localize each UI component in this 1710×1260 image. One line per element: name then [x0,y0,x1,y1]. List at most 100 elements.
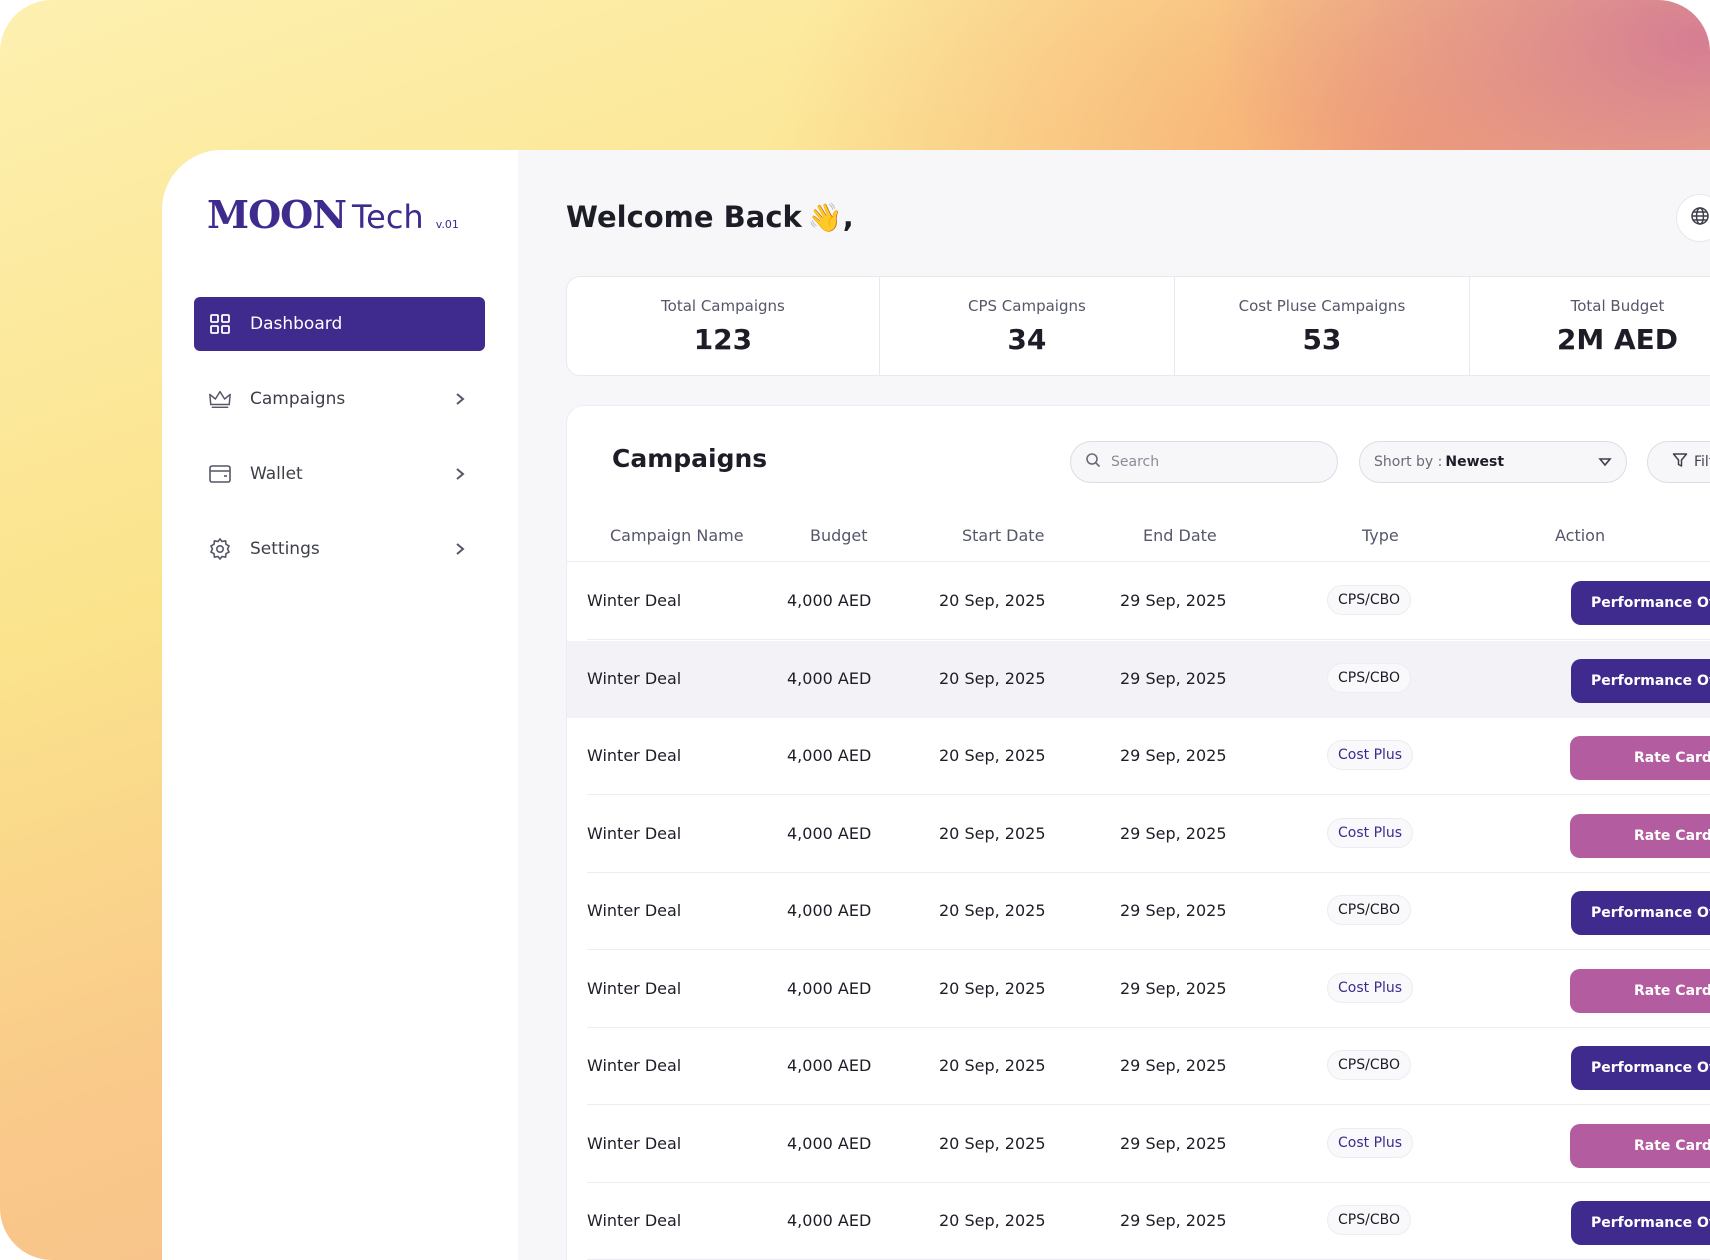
chevron-right-icon [455,541,471,557]
stat-total-campaigns: Total Campaigns 123 [567,277,880,375]
sidebar-item-dashboard[interactable]: Dashboard [194,297,485,351]
sidebar-item-label: Settings [250,539,320,559]
app-window: MOON Tech v.01 Dashboard Campaigns Walle… [162,150,1710,1260]
cell-end-date: 29 Sep, 2025 [1120,746,1227,765]
performance-overview-button[interactable]: Performance Overview [1571,1201,1710,1245]
stat-label: Total Budget [1570,296,1665,315]
type-badge: Cost Plus [1327,972,1414,1003]
cell-start-date: 20 Sep, 2025 [939,901,1046,920]
stat-cost-plus-campaigns: Cost Pluse Campaigns 53 [1175,277,1470,375]
cell-campaign-name: Winter Deal [587,978,682,998]
filter-button[interactable]: Filter [1647,441,1710,483]
cell-campaign-name: Winter Deal [587,1211,682,1230]
brand-logo[interactable]: MOON Tech v.01 [207,192,459,237]
search-box[interactable] [1070,441,1338,483]
sidebar-item-campaigns[interactable]: Campaigns [194,372,485,426]
filter-label: Filter [1694,454,1710,470]
sort-dropdown[interactable]: Short by : Newest [1359,441,1627,483]
table-row[interactable]: Winter Deal 4,000 AED 20 Sep, 2025 29 Sep, … [567,1028,1710,1105]
rate-card-button[interactable]: Rate Card [1570,1123,1710,1168]
cell-end-date: 29 Sep, 2025 [1120,978,1227,998]
stat-label: Cost Pluse Campaigns [1238,296,1406,315]
cell-end-date: 29 Sep, 2025 [1120,901,1227,920]
cell-budget: 4,000 AED [787,978,872,998]
stat-cps-campaigns: CPS Campaigns 34 [880,277,1175,375]
type-badge: Cost Plus [1327,1127,1414,1158]
col-action[interactable]: Action [1555,526,1605,545]
col-campaign-name[interactable]: Campaign Name [610,526,744,545]
stat-label: CPS Campaigns [967,296,1086,315]
cell-budget: 4,000 AED [787,1056,872,1075]
search-input[interactable] [1111,454,1311,470]
table-header: Campaign Name Budget Start Date End Date… [567,526,1710,562]
table-row[interactable]: Winter Deal 4,000 AED 20 Sep, 2025 29 Sep, … [567,563,1710,640]
cell-campaign-name: Winter Deal [587,1133,682,1153]
stat-value: 2M AED [1556,322,1679,356]
sidebar-item-label: Dashboard [250,314,343,334]
cell-start-date: 20 Sep, 2025 [939,668,1046,688]
type-badge: CPS/CBO [1327,585,1411,615]
cell-budget: 4,000 AED [787,746,872,765]
stat-total-budget: Total Budget 2M AED [1470,277,1710,375]
stats-summary: Total Campaigns 123 CPS Campaigns 34 Cos… [566,276,1710,376]
table-row[interactable]: Winter Deal 4,000 AED 20 Sep, 2025 29 Sep, … [567,718,1710,795]
rate-card-button[interactable]: Rate Card [1570,736,1710,780]
cell-end-date: 29 Sep, 2025 [1120,1211,1227,1230]
search-icon [1085,452,1101,472]
sidebar-item-wallet[interactable]: Wallet [194,447,485,501]
col-start-date[interactable]: Start Date [962,526,1044,545]
sidebar-item-label: Campaigns [250,389,346,409]
cell-campaign-name: Winter Deal [587,1056,682,1075]
type-badge: CPS/CBO [1327,895,1411,925]
sidebar: MOON Tech v.01 Dashboard Campaigns Walle… [162,150,518,1260]
stat-value: 53 [1302,322,1342,356]
cell-end-date: 29 Sep, 2025 [1120,1056,1227,1075]
language-button[interactable] [1676,194,1710,242]
wallet-icon [208,462,232,486]
globe-icon [1690,206,1710,230]
col-end-date[interactable]: End Date [1143,526,1217,545]
cell-campaign-name: Winter Deal [587,901,682,920]
type-badge: CPS/CBO [1327,662,1411,693]
cell-budget: 4,000 AED [787,591,872,610]
table-row[interactable]: Winter Deal 4,000 AED 20 Sep, 2025 29 Sep, … [567,796,1710,873]
stat-value: 123 [693,322,753,356]
sidebar-item-label: Wallet [250,464,303,484]
brand-name: MOON [207,192,347,237]
filter-icon [1672,452,1688,472]
rate-card-button[interactable]: Rate Card [1570,813,1710,858]
campaigns-panel: Campaigns Short by : Newest [566,405,1710,1260]
greeting-text: Welcome Back [566,200,802,234]
rate-card-button[interactable]: Rate Card [1570,968,1710,1013]
brand-version: v.01 [435,218,459,231]
page-title: Welcome Back 👋 , [566,200,854,234]
col-budget[interactable]: Budget [810,526,868,545]
cell-budget: 4,000 AED [787,668,872,688]
cell-end-date: 29 Sep, 2025 [1120,668,1227,688]
table-row[interactable]: Winter Deal 4,000 AED 20 Sep, 2025 29 Sep, … [567,873,1710,950]
sidebar-item-settings[interactable]: Settings [194,522,485,576]
performance-overview-button[interactable]: Performance Overview [1571,891,1710,935]
table-row[interactable]: Winter Deal 4,000 AED 20 Sep, 2025 29 Sep, … [567,640,1710,718]
waving-hand-icon: 👋 [807,200,843,234]
table-row[interactable]: Winter Deal 4,000 AED 20 Sep, 2025 29 Sep, … [567,951,1710,1028]
type-badge: CPS/CBO [1327,1050,1411,1080]
performance-overview-button[interactable]: Performance Overview [1571,658,1710,703]
cell-budget: 4,000 AED [787,823,872,843]
cell-start-date: 20 Sep, 2025 [939,591,1046,610]
brand-suffix: Tech [352,198,424,236]
col-type[interactable]: Type [1362,526,1399,545]
cell-end-date: 29 Sep, 2025 [1120,823,1227,843]
cell-campaign-name: Winter Deal [587,668,682,688]
sort-value: Newest [1445,454,1505,470]
main-content: Welcome Back 👋 , Total Campaigns 123 CPS… [518,150,1710,1260]
table-row[interactable]: Winter Deal 4,000 AED 20 Sep, 2025 29 Sep, … [567,1183,1710,1260]
cell-start-date: 20 Sep, 2025 [939,978,1046,998]
performance-overview-button[interactable]: Performance Overview [1571,1046,1710,1090]
sort-label: Short by : [1374,454,1443,470]
performance-overview-button[interactable]: Performance Overview [1571,581,1710,625]
table-row[interactable]: Winter Deal 4,000 AED 20 Sep, 2025 29 Sep, … [567,1106,1710,1183]
chevron-down-icon [1598,457,1612,467]
type-badge: Cost Plus [1327,740,1414,770]
cell-end-date: 29 Sep, 2025 [1120,1133,1227,1153]
